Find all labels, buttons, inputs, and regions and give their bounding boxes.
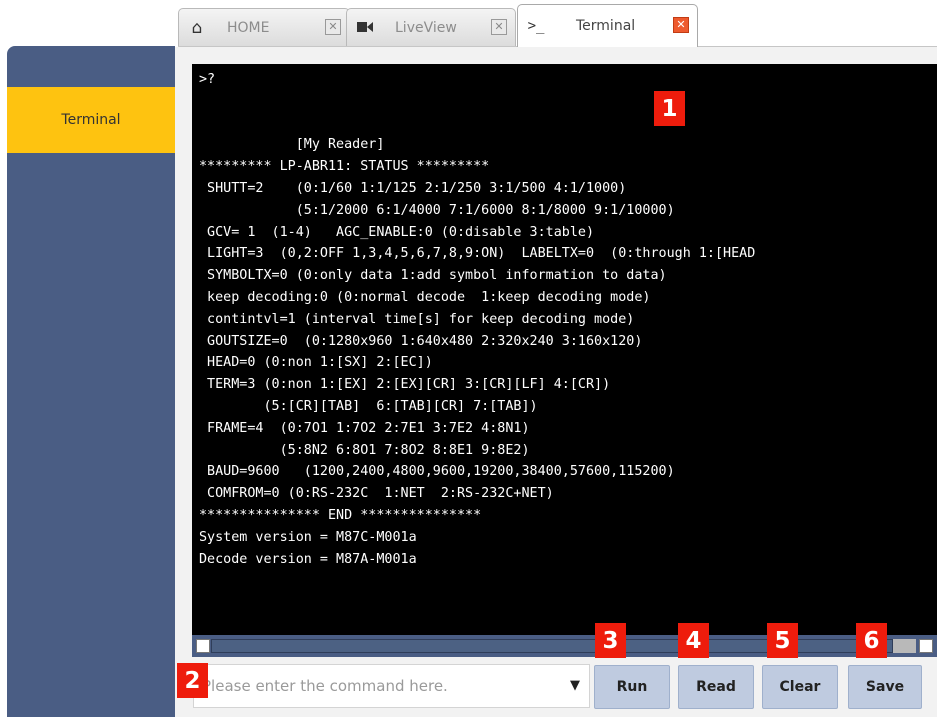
tab-terminal-label: Terminal (576, 18, 636, 34)
command-combobox[interactable]: ▼ (193, 664, 590, 708)
terminal-line: contintvl=1 (interval time[s] for keep d… (199, 311, 635, 327)
tab-home-label: HOME (227, 19, 270, 36)
video-camera-icon (355, 18, 375, 38)
terminal-line: (5:1/2000 6:1/4000 7:1/6000 8:1/8000 9:1… (199, 202, 675, 218)
terminal-line: GOUTSIZE=0 (0:1280x960 1:640x480 2:320x2… (199, 333, 643, 349)
annotation-badge-1: 1 (654, 91, 685, 126)
annotation-badge-4: 4 (678, 623, 709, 658)
terminal-line: (5:8N2 6:8O1 7:8O2 8:8E1 9:8E2) (199, 442, 530, 458)
terminal-line: [My Reader] (199, 137, 385, 153)
terminal-line: keep decoding:0 (0:normal decode 1:keep … (199, 289, 651, 305)
horizontal-scrollbar[interactable] (192, 635, 937, 657)
terminal-line: HEAD=0 (0:non 1:[SX] 2:[EC]) (199, 355, 433, 371)
tab-liveview[interactable]: LiveView ✕ (346, 8, 516, 46)
read-button[interactable]: Read (678, 665, 754, 709)
save-button[interactable]: Save (848, 665, 922, 709)
terminal-line: ********* LP-ABR11: STATUS ********* (199, 159, 490, 175)
tab-liveview-label: LiveView (395, 19, 457, 36)
home-icon: ⌂ (191, 17, 203, 38)
terminal-line: FRAME=4 (0:7O1 1:7O2 2:7E1 3:7E2 4:8N1) (199, 420, 530, 436)
terminal-line: TERM=3 (0:non 1:[EX] 2:[EX][CR] 3:[CR][L… (199, 377, 611, 393)
clear-button[interactable]: Clear (762, 665, 838, 709)
terminal-line: >? (199, 72, 216, 87)
terminal-text: >? [My Reader] ********* LP-ABR11: STATU… (192, 64, 937, 570)
annotation-badge-3: 3 (595, 623, 626, 658)
tab-terminal[interactable]: >_ Terminal ✕ (517, 4, 698, 47)
terminal-line: GCV= 1 (1-4) AGC_ENABLE:0 (0:disable 3:t… (199, 224, 595, 240)
tab-home[interactable]: ⌂ HOME ✕ (178, 8, 350, 46)
sidebar-item-label: Terminal (61, 112, 121, 128)
scroll-right-button[interactable] (919, 639, 933, 653)
terminal-line: SHUTT=2 (0:1/60 1:1/125 2:1/250 3:1/500 … (199, 180, 627, 196)
terminal-line: LIGHT=3 (0,2:OFF 1,3,4,5,6,7,8,9:ON) LAB… (199, 246, 756, 262)
run-button[interactable]: Run (594, 665, 670, 709)
triangle-down-icon[interactable]: ▼ (570, 678, 580, 693)
terminal-prompt-icon: >_ (527, 18, 545, 34)
terminal-output: >? [My Reader] ********* LP-ABR11: STATU… (192, 64, 937, 635)
annotation-badge-5: 5 (767, 623, 798, 658)
annotation-badge-6: 6 (856, 623, 887, 658)
sidebar-item-terminal[interactable]: Terminal (7, 87, 175, 153)
tab-terminal-close-icon[interactable]: ✕ (673, 17, 689, 33)
terminal-line: (5:[CR][TAB] 6:[TAB][CR] 7:[TAB]) (199, 398, 538, 414)
scroll-left-button[interactable] (196, 639, 210, 653)
tab-liveview-close-icon[interactable]: ✕ (491, 18, 507, 35)
terminal-line: System version = M87C-M001a (199, 529, 417, 545)
terminal-line: *************** END *************** (199, 507, 482, 523)
command-input[interactable] (194, 665, 554, 707)
annotation-badge-2: 2 (177, 663, 208, 698)
sidebar: Terminal (7, 46, 175, 717)
tab-home-close-icon[interactable]: ✕ (325, 18, 341, 35)
terminal-line: COMFROM=0 (0:RS-232C 1:NET 2:RS-232C+NET… (199, 486, 554, 502)
terminal-line: BAUD=9600 (1200,2400,4800,9600,19200,384… (199, 464, 675, 480)
terminal-line: Decode version = M87A-M001a (199, 551, 417, 567)
terminal-line: SYMBOLTX=0 (0:only data 1:add symbol inf… (199, 268, 667, 284)
scroll-thumb[interactable] (893, 639, 916, 653)
tab-bar: ⌂ HOME ✕ LiveView ✕ >_ Terminal ✕ (178, 0, 937, 47)
